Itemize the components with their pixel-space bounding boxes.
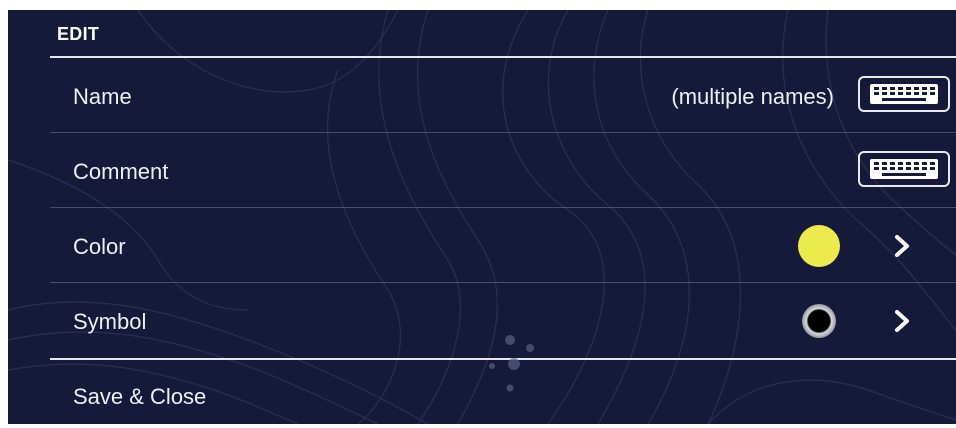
color-label: Color	[73, 234, 126, 259]
chevron-right-icon[interactable]	[892, 234, 912, 258]
edit-header: EDIT	[50, 10, 956, 58]
black-circle-symbol-icon[interactable]	[802, 304, 836, 338]
chevron-right-icon[interactable]	[892, 309, 912, 333]
color-row[interactable]: Color	[50, 208, 956, 283]
page-title: EDIT	[57, 24, 100, 44]
edit-panel: EDIT Name (multiple names) Comment Color…	[8, 10, 956, 424]
name-label: Name	[73, 84, 132, 109]
name-row[interactable]: Name (multiple names)	[50, 58, 956, 133]
color-swatch[interactable]	[798, 225, 840, 267]
save-close-label: Save & Close	[73, 384, 207, 409]
symbol-label: Symbol	[73, 309, 147, 334]
loading-spinner-icon	[489, 335, 534, 392]
keyboard-icon[interactable]	[858, 151, 950, 187]
comment-row[interactable]: Comment	[50, 133, 956, 208]
name-value: (multiple names)	[671, 84, 834, 109]
comment-label: Comment	[73, 159, 169, 184]
keyboard-icon[interactable]	[858, 76, 950, 112]
